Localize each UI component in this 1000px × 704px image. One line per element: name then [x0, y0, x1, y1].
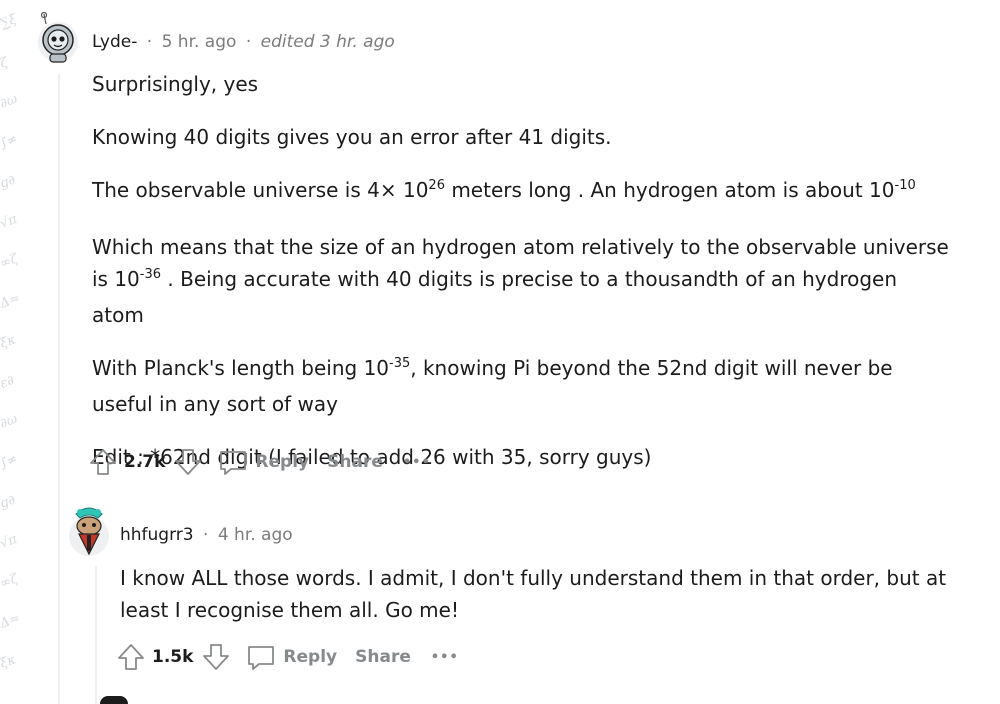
comment1-edited: edited 3 hr. ago	[260, 32, 395, 52]
comment2-timestamp[interactable]: 4 hr. ago	[218, 525, 293, 545]
share-label: Share	[355, 647, 411, 667]
comment2-score: 1.5k	[152, 647, 194, 667]
downvote-icon[interactable]	[201, 642, 231, 672]
more-options-icon: •••	[430, 649, 459, 665]
superscript: -10	[894, 178, 916, 193]
comment1-meta: Lyde- · 5 hr. ago · edited 3 hr. ago	[92, 32, 395, 52]
comment2-action-bar: 1.5k Reply Share •••	[116, 640, 459, 674]
comment1-timestamp[interactable]: 5 hr. ago	[162, 32, 237, 52]
avatar-lyde[interactable]	[36, 11, 80, 64]
margin-decoration: ∑ξ ζ ∂ω ∫≠ ɡ∂ √π ∞ζ Δ≈ ξκ ε∂ ∂ω ∫≠ ɡ∂ √π ∞ζ Δ≈ ξκ	[0, 11, 23, 672]
share-button[interactable]: Share	[327, 452, 383, 472]
comment1-paragraph: Surprisingly, yes	[92, 72, 259, 96]
upvote-icon[interactable]	[116, 642, 146, 672]
share-label: Share	[327, 452, 383, 472]
comment1-action-bar: 2.7k Reply Share •••	[88, 445, 431, 479]
next-comment-avatar[interactable]	[100, 696, 128, 704]
meta-separator: ·	[146, 32, 153, 52]
superscript: 26	[428, 178, 445, 193]
comment1-score: 2.7k	[124, 452, 166, 472]
text-segment: With Planck's length being 10	[92, 356, 390, 380]
reply-bubble-icon	[245, 641, 277, 673]
comment1-paragraph: The observable universe is 4× 1026 meter…	[92, 174, 952, 210]
more-options-button[interactable]: •••	[403, 455, 431, 470]
comment1-body: Surprisingly, yes Knowing 40 digits give…	[92, 68, 952, 494]
upvote-icon[interactable]	[88, 447, 118, 477]
text-segment: meters long . An hydrogen atom is about …	[444, 178, 895, 202]
downvote-icon[interactable]	[173, 447, 203, 477]
avatar-hhfugrr3[interactable]	[68, 504, 110, 558]
comment1-author[interactable]: Lyde-	[92, 32, 137, 52]
reply-label: Reply	[283, 647, 338, 667]
reply-label: Reply	[255, 452, 310, 472]
robot-avatar-icon	[38, 11, 78, 63]
thread-line-comment1[interactable]	[58, 74, 60, 704]
comment1-paragraph: Knowing 40 digits gives you an error aft…	[92, 125, 612, 149]
reply-button[interactable]: Reply	[245, 641, 337, 673]
text-segment: . Being accurate with 40 digits is preci…	[92, 267, 898, 327]
meta-separator: ·	[245, 32, 252, 52]
comment1-paragraph: With Planck's length being 10-35, knowin…	[92, 352, 952, 420]
more-options-icon: •••	[402, 454, 431, 470]
comment2-body: I know ALL those words. I admit, I don't…	[120, 562, 950, 647]
superscript: -36	[139, 267, 162, 282]
comment2-meta: hhfugrr3 · 4 hr. ago	[120, 525, 293, 545]
meta-separator: ·	[203, 525, 209, 545]
more-options-button[interactable]: •••	[431, 650, 459, 665]
snoo-avatar-icon	[69, 507, 109, 556]
share-button[interactable]: Share	[355, 647, 411, 667]
text-segment: The observable universe is 4× 10	[92, 178, 429, 202]
comment2-paragraph: I know ALL those words. I admit, I don't…	[120, 566, 947, 622]
superscript: -35	[389, 356, 411, 371]
thread-line-comment2[interactable]	[95, 566, 97, 704]
comment1-paragraph: Which means that the size of an hydrogen…	[92, 231, 952, 331]
comment2-author[interactable]: hhfugrr3	[120, 525, 194, 545]
reply-bubble-icon	[217, 446, 249, 478]
reply-button[interactable]: Reply	[217, 446, 309, 478]
